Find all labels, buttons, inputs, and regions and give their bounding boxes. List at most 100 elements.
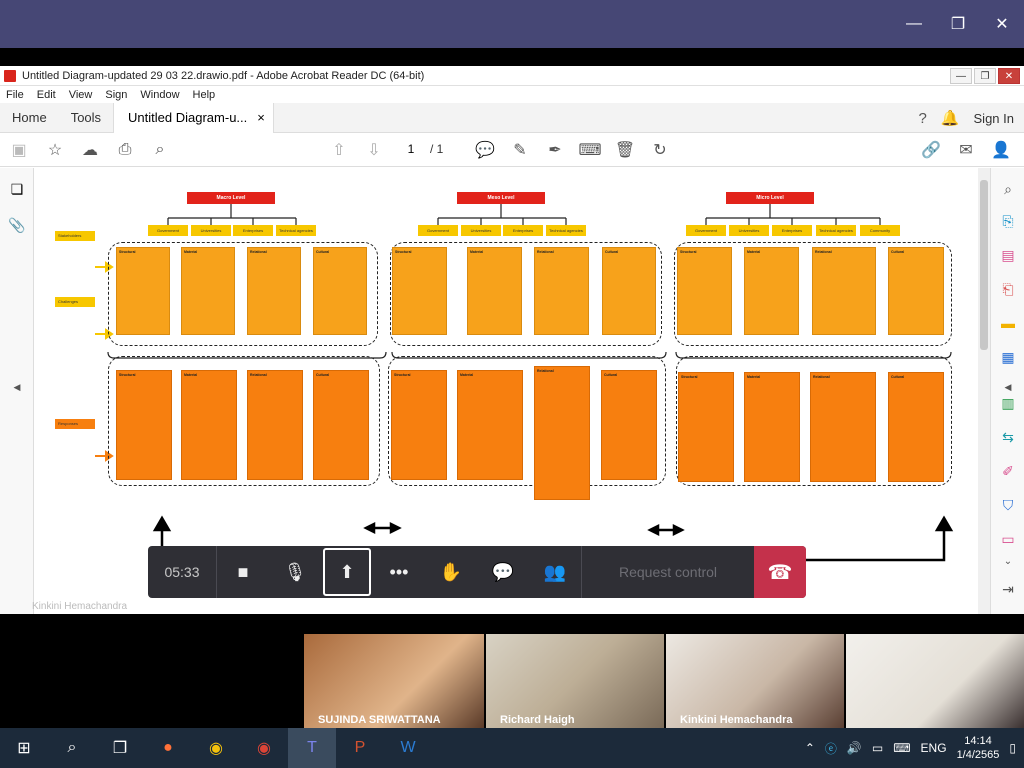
phone-hangup-icon: ☎ [767,561,793,584]
export-pdf-icon[interactable]: ⎗ [999,280,1017,298]
speaker-caption: Kinkini Hemachandra [32,601,128,612]
input-language[interactable]: ENG [921,741,947,755]
save-icon[interactable]: ▣ [6,137,32,163]
powerpoint-button[interactable]: P [336,728,384,768]
delete-icon[interactable]: 🗑 [612,137,638,163]
menu-window[interactable]: Window [140,89,179,101]
menu-help[interactable]: Help [193,89,216,101]
menu-edit[interactable]: Edit [37,89,56,101]
sign-in-link[interactable]: Sign In [974,111,1014,126]
participants-icon: 👥 [543,561,567,582]
vertical-scrollbar[interactable] [978,168,990,614]
email-icon[interactable]: ✉ [953,137,979,163]
acrobat-minimize-icon[interactable]: — [950,68,972,84]
next-page-icon[interactable]: ⇩ [361,137,387,163]
notification-bell-icon[interactable]: 🔔 [941,109,960,127]
stamp-icon[interactable]: ⌨ [577,137,603,163]
participants-button[interactable]: 👥 [529,546,581,598]
collapse-left-icon[interactable]: ◀ [8,378,26,396]
firefox-icon: ● [163,739,173,756]
expand-tools-icon[interactable]: ⌄ [999,552,1017,570]
zoom-icon[interactable]: ⌕ [999,180,1017,198]
search-taskbar-button[interactable]: ⌕ [48,728,96,768]
collapse-pane-icon[interactable]: ⇥ [999,580,1017,598]
close-icon[interactable]: ✕ [980,0,1024,48]
share-screen-button[interactable]: ⬆ [323,548,371,596]
teams-button[interactable]: T [288,728,336,768]
raise-hand-button[interactable]: ✋ [425,546,477,598]
chrome-icon: ◉ [257,740,271,757]
keyboard-icon[interactable]: ⌨ [893,741,910,755]
hang-up-button[interactable]: ☎ [754,546,806,598]
participant-video[interactable]: SUJINDA SRIWATTANA [304,634,484,728]
minimize-icon[interactable]: — [892,0,936,48]
highlight-pen-icon[interactable]: ✎ [507,137,533,163]
request-control-button[interactable]: Request control [582,564,754,580]
tab-tools[interactable]: Tools [59,110,113,125]
task-view-icon: ❐ [112,740,128,757]
notifications-icon[interactable]: ▯ [1009,741,1016,755]
camera-icon: ■ [237,561,249,582]
participant-name: Kinkini Hemachandra [680,714,793,726]
clock-date: 1/4/2565 [956,749,1000,761]
edit-pdf-icon[interactable]: ▦ [999,348,1017,366]
tab-document-label: Untitled Diagram-u... [128,110,248,125]
windows-logo-icon: ⊞ [17,740,31,757]
tab-document[interactable]: Untitled Diagram-u... × [113,102,274,133]
print-icon[interactable]: ⎙ [112,137,138,163]
share-icon[interactable]: ⇆ [999,428,1017,446]
protect-icon[interactable]: ⛉ [999,496,1017,514]
comment-tool-icon[interactable]: ▬ [999,314,1017,332]
chat-button[interactable]: 💬 [477,546,529,598]
share-border [0,48,1024,66]
more-tools-icon[interactable]: ▭ [999,530,1017,548]
menu-sign[interactable]: Sign [105,89,127,101]
tab-close-icon[interactable]: × [257,110,265,125]
word-button[interactable]: W [384,728,432,768]
menu-view[interactable]: View [69,89,93,101]
hand-icon: ✋ [439,561,463,582]
restore-icon[interactable]: ❐ [936,0,980,48]
participant-video[interactable] [846,634,1024,728]
create-pdf-icon[interactable]: ⎘ [999,212,1017,230]
start-button[interactable]: ⊞ [0,728,48,768]
attachment-icon[interactable]: 📎 [8,216,26,234]
participant-video[interactable]: Richard Haigh [486,634,664,728]
bookmark-star-icon[interactable]: ☆ [42,137,68,163]
scrollbar-thumb[interactable] [980,180,988,350]
acrobat-close-icon[interactable]: ✕ [998,68,1020,84]
more-actions-button[interactable]: ••• [373,546,425,598]
cloud-upload-icon[interactable]: ☁ [77,137,103,163]
previous-page-icon[interactable]: ⇧ [326,137,352,163]
page-number-input[interactable] [398,140,424,158]
menu-file[interactable]: File [6,89,24,101]
participant-video[interactable]: Kinkini Hemachandra [666,634,844,728]
task-view-button[interactable]: ❐ [96,728,144,768]
acrobat-restore-icon[interactable]: ❐ [974,68,996,84]
share-user-icon[interactable]: 👤 [988,137,1014,163]
organize-pages-icon[interactable]: ▤ [999,246,1017,264]
volume-icon[interactable]: 🔊 [847,741,862,755]
clock[interactable]: 14:14 1/4/2565 [957,734,1000,762]
camera-button[interactable]: ■ [217,546,269,598]
participant-name: SUJINDA SRIWATTANA [318,714,441,726]
link-icon[interactable]: 🔗 [918,137,944,163]
more-icon: ••• [389,561,409,582]
sign-icon[interactable]: ✐ [999,462,1017,480]
page-thumbnails-icon[interactable]: ❏ [8,180,26,198]
acrobat-toolbar: ▣ ☆ ☁ ⎙ ⌕ ⇧ ⇩ / 1 💬 ✎ ✒ ⌨ 🗑 ↻ 🔗 ✉ 👤 [0,133,1024,167]
chrome-button-2[interactable]: ◉ [240,728,288,768]
firefox-button[interactable]: ● [144,728,192,768]
chevron-up-icon[interactable]: ⌃ [805,741,815,755]
draw-icon[interactable]: ✒ [542,137,568,163]
rotate-icon[interactable]: ↻ [647,137,673,163]
tab-home[interactable]: Home [0,110,59,125]
network-icon[interactable]: ▭ [872,741,883,755]
search-icon[interactable]: ⌕ [147,137,173,163]
edge-icon[interactable]: ⓔ [825,740,837,757]
microphone-button[interactable]: 🎙 [269,546,321,598]
help-icon[interactable]: ? [918,110,926,127]
fill-sign-icon[interactable]: ▥ [999,394,1017,412]
chrome-button[interactable]: ◉ [192,728,240,768]
comment-icon[interactable]: 💬 [472,137,498,163]
